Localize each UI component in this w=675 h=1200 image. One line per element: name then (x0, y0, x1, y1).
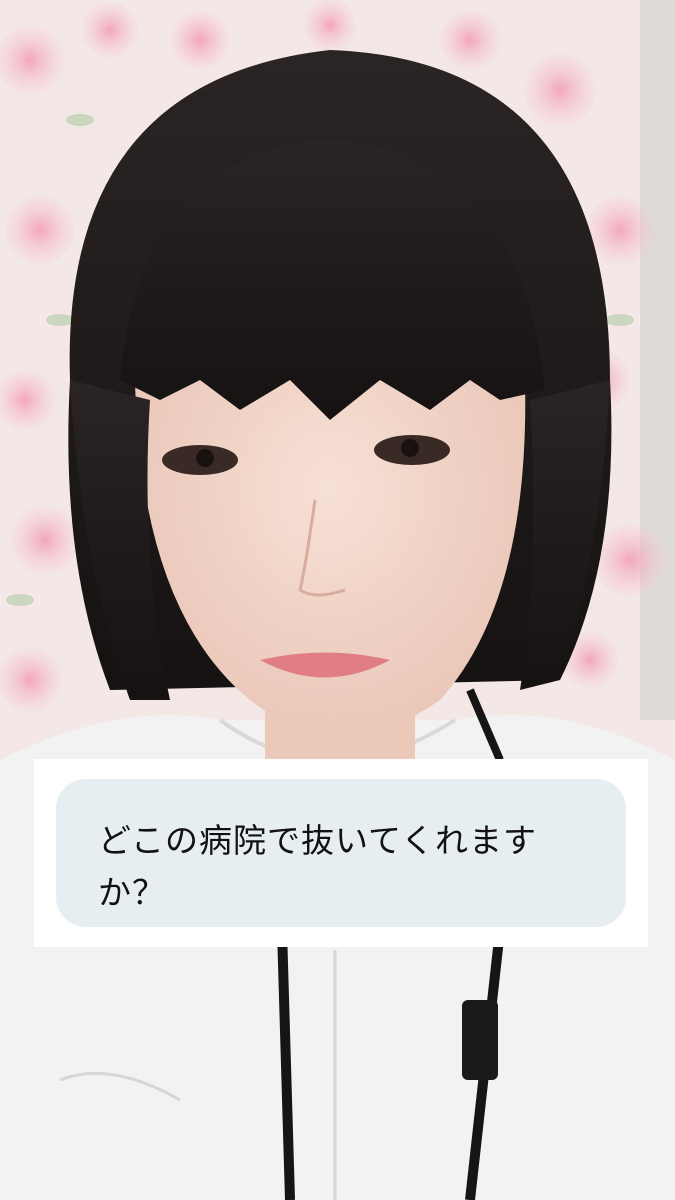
video-background (0, 0, 675, 1200)
comment-card: どこの病院で抜いてくれますか？ (34, 759, 648, 947)
comment-bubble: どこの病院で抜いてくれますか？ (56, 779, 626, 927)
video-frame: どこの病院で抜いてくれますか？ (0, 0, 675, 1200)
comment-text: どこの病院で抜いてくれますか？ (98, 821, 538, 912)
